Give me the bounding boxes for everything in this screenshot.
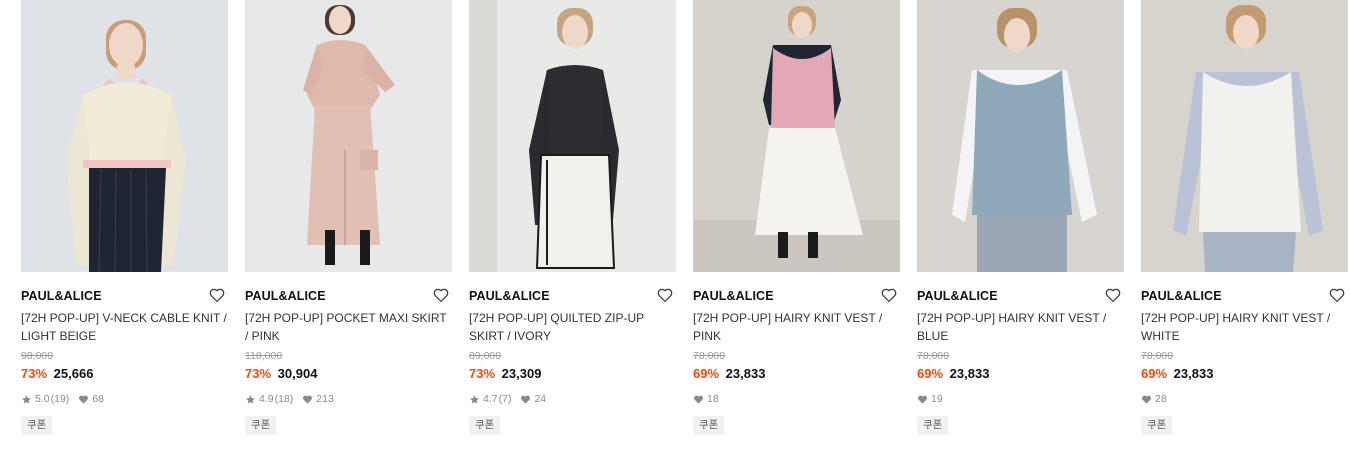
wishlist-heart-icon[interactable] — [208, 286, 226, 304]
product-title[interactable]: [72H POP-UP] HAIRY KNIT VEST / BLUE — [917, 309, 1124, 345]
product-card[interactable]: PAUL&ALICE [72H POP-UP] HAIRY KNIT VEST … — [693, 0, 900, 435]
star-icon — [21, 394, 32, 405]
product-card[interactable]: PAUL&ALICE [72H POP-UP] HAIRY KNIT VEST … — [1141, 0, 1348, 435]
discount-rate: 73% — [245, 366, 272, 381]
product-photo-maxi-skirt — [245, 0, 452, 272]
like-count: 28 — [1155, 393, 1167, 405]
product-title[interactable]: [72H POP-UP] V-NECK CABLE KNIT / LIGHT B… — [21, 309, 228, 345]
product-photo-cable-knit — [21, 0, 228, 272]
product-photo-quilted-skirt — [469, 0, 676, 272]
brand-name[interactable]: PAUL&ALICE — [1141, 285, 1348, 307]
product-photo-vest-white — [1141, 0, 1348, 272]
brand-name[interactable]: PAUL&ALICE — [917, 285, 1124, 307]
sale-price: 23,833 — [949, 366, 990, 381]
review-count: (19) — [50, 393, 70, 405]
sale-price: 23,833 — [725, 366, 766, 381]
product-image[interactable] — [21, 0, 228, 272]
brand-name[interactable]: PAUL&ALICE — [21, 285, 228, 307]
star-icon — [245, 394, 256, 405]
product-meta: 5.0 (19) 68 — [21, 391, 228, 407]
product-photo-vest-blue — [917, 0, 1124, 272]
coupon-badge[interactable]: 쿠폰 — [1141, 416, 1173, 435]
product-image[interactable] — [1141, 0, 1348, 272]
discount-rate: 73% — [21, 366, 48, 381]
discount-rate: 69% — [917, 366, 944, 381]
product-title[interactable]: [72H POP-UP] HAIRY KNIT VEST / WHITE — [1141, 309, 1348, 345]
wishlist-heart-icon[interactable] — [1328, 286, 1346, 304]
sale-price: 25,666 — [53, 366, 94, 381]
discount-rate: 69% — [1141, 366, 1168, 381]
coupon-badge[interactable]: 쿠폰 — [693, 416, 725, 435]
rating-score: 4.7 — [483, 393, 498, 405]
product-card[interactable]: PAUL&ALICE [72H POP-UP] POCKET MAXI SKIR… — [245, 0, 452, 435]
sale-price: 23,309 — [501, 366, 542, 381]
price-row: 73% 23,309 — [469, 364, 676, 383]
product-meta: 4.7 (7) 24 — [469, 391, 676, 407]
price-row: 69% 23,833 — [917, 364, 1124, 383]
product-meta: 28 — [1141, 391, 1348, 407]
rating-score: 5.0 — [35, 393, 50, 405]
review-count: (7) — [498, 393, 512, 405]
sale-price: 23,833 — [1173, 366, 1214, 381]
product-grid: PAUL&ALICE [72H POP-UP] V-NECK CABLE KNI… — [0, 0, 1350, 458]
product-photo-vest-pink — [693, 0, 900, 272]
heart-icon — [917, 394, 928, 405]
product-card[interactable]: PAUL&ALICE [72H POP-UP] QUILTED ZIP-UP S… — [469, 0, 676, 435]
like-count: 18 — [707, 393, 719, 405]
original-price: 78,000 — [1141, 350, 1174, 362]
product-title[interactable]: [72H POP-UP] QUILTED ZIP-UP SKIRT / IVOR… — [469, 309, 676, 345]
coupon-badge[interactable]: 쿠폰 — [469, 416, 501, 435]
product-meta: 18 — [693, 391, 900, 407]
product-card[interactable]: PAUL&ALICE [72H POP-UP] V-NECK CABLE KNI… — [21, 0, 228, 435]
original-price: 89,000 — [469, 350, 502, 362]
price-row: 69% 23,833 — [1141, 364, 1348, 383]
like-count: 213 — [316, 393, 334, 405]
product-title[interactable]: [72H POP-UP] HAIRY KNIT VEST / PINK — [693, 309, 900, 345]
star-icon — [469, 394, 480, 405]
product-image[interactable] — [245, 0, 452, 272]
product-title[interactable]: [72H POP-UP] POCKET MAXI SKIRT / PINK — [245, 309, 452, 345]
wishlist-heart-icon[interactable] — [880, 286, 898, 304]
price-row: 69% 23,833 — [693, 364, 900, 383]
sale-price: 30,904 — [277, 366, 318, 381]
like-count: 19 — [931, 393, 943, 405]
wishlist-heart-icon[interactable] — [656, 286, 674, 304]
coupon-badge[interactable]: 쿠폰 — [21, 416, 53, 435]
heart-icon — [693, 394, 704, 405]
like-count: 24 — [534, 393, 547, 405]
product-meta: 19 — [917, 391, 1124, 407]
review-count: (18) — [274, 393, 294, 405]
product-card[interactable]: PAUL&ALICE [72H POP-UP] HAIRY KNIT VEST … — [917, 0, 1124, 435]
rating-score: 4.9 — [259, 393, 274, 405]
like-count: 68 — [92, 393, 104, 405]
brand-name[interactable]: PAUL&ALICE — [693, 285, 900, 307]
original-price: 78,000 — [693, 350, 726, 362]
heart-icon — [78, 394, 89, 405]
product-image[interactable] — [693, 0, 900, 272]
wishlist-heart-icon[interactable] — [432, 286, 450, 304]
heart-icon — [1141, 394, 1152, 405]
original-price: 78,000 — [917, 350, 950, 362]
wishlist-heart-icon[interactable] — [1104, 286, 1122, 304]
original-price: 98,000 — [21, 350, 54, 362]
product-meta: 4.9 (18) 213 — [245, 391, 452, 407]
brand-name[interactable]: PAUL&ALICE — [469, 285, 676, 307]
brand-name[interactable]: PAUL&ALICE — [245, 285, 452, 307]
discount-rate: 73% — [469, 366, 496, 381]
price-row: 73% 30,904 — [245, 364, 452, 383]
coupon-badge[interactable]: 쿠폰 — [245, 416, 277, 435]
product-image[interactable] — [469, 0, 676, 272]
product-image[interactable] — [917, 0, 1124, 272]
price-row: 73% 25,666 — [21, 364, 228, 383]
original-price: 118,000 — [245, 350, 283, 362]
heart-icon — [302, 394, 313, 405]
coupon-badge[interactable]: 쿠폰 — [917, 416, 949, 435]
heart-icon — [520, 394, 531, 405]
discount-rate: 69% — [693, 366, 720, 381]
